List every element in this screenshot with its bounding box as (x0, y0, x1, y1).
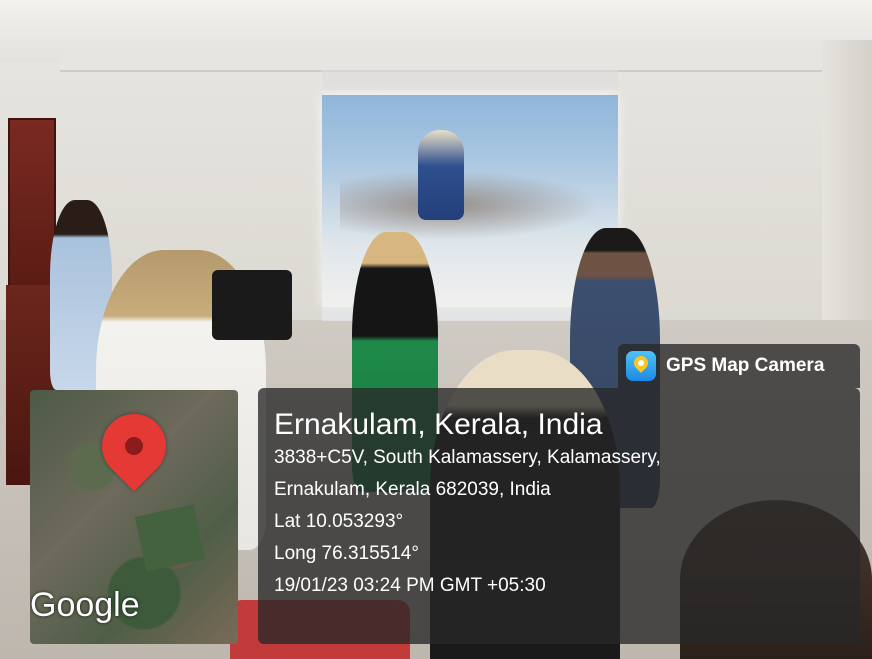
video-camera (212, 270, 292, 340)
app-badge: GPS Map Camera (618, 344, 860, 388)
ceiling-beam (60, 50, 840, 72)
location-info-panel: Ernakulam, Kerala, India 3838+C5V, South… (258, 388, 860, 644)
projected-rider (418, 130, 464, 220)
reindeer-herd (340, 170, 600, 240)
place-title: Ernakulam, Kerala, India (274, 408, 603, 441)
map-field (134, 504, 206, 572)
projector-toolbar (322, 70, 618, 90)
location-pin-dot (125, 437, 143, 455)
app-badge-label: GPS Map Camera (666, 355, 825, 376)
address-line-1: 3838+C5V, South Kalamassery, Kalamassery… (274, 447, 661, 468)
address-line-2: Ernakulam, Kerala 682039, India (274, 479, 551, 500)
google-logo: Google (30, 586, 140, 624)
gps-map-camera-app-icon (626, 351, 656, 381)
latitude: Lat 10.053293° (274, 511, 404, 532)
timestamp: 19/01/23 03:24 PM GMT +05:30 (274, 575, 546, 596)
map-thumbnail: Google (30, 390, 238, 644)
longitude: Long 76.315514° (274, 543, 419, 564)
door (8, 118, 56, 288)
